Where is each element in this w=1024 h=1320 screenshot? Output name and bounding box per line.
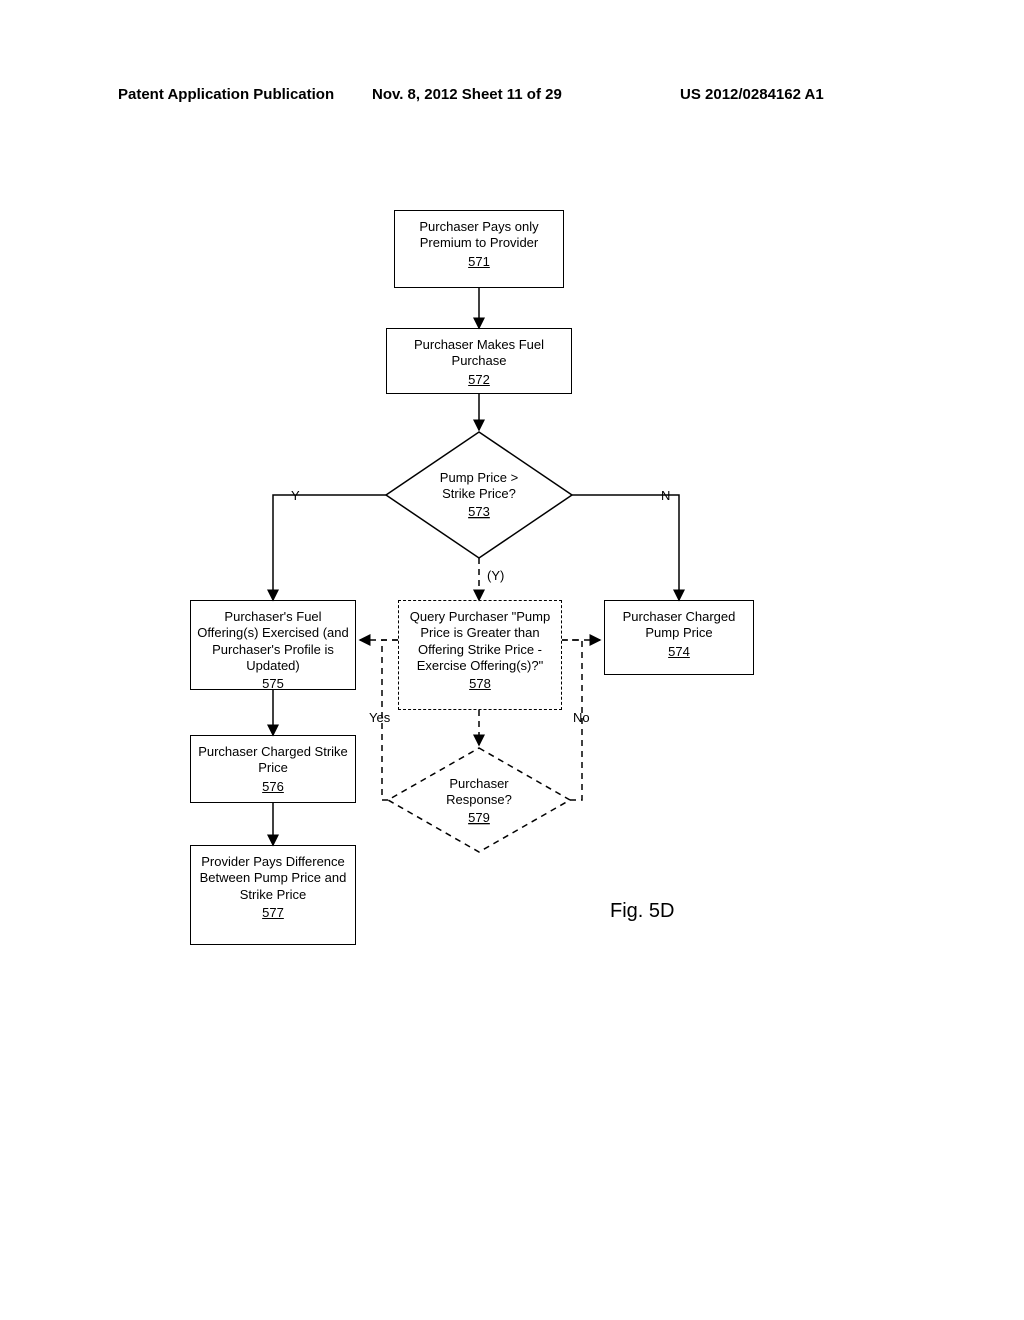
header-mid: Nov. 8, 2012 Sheet 11 of 29 bbox=[372, 86, 562, 103]
header-right: US 2012/0284162 A1 bbox=[680, 86, 824, 103]
d573-ref: 573 bbox=[468, 504, 490, 519]
d579-line1: Purchaser bbox=[449, 776, 509, 791]
header-left: Patent Application Publication bbox=[118, 86, 334, 103]
d573-line2: Strike Price? bbox=[442, 486, 516, 501]
d573-line1: Pump Price > bbox=[440, 470, 518, 485]
d579-ref: 579 bbox=[468, 810, 490, 825]
d579-line2: Response? bbox=[446, 792, 512, 807]
connectors: Pump Price > Strike Price? 573 Purchaser… bbox=[190, 210, 890, 1040]
flowchart: Purchaser Pays only Premium to Provider … bbox=[190, 210, 890, 1040]
